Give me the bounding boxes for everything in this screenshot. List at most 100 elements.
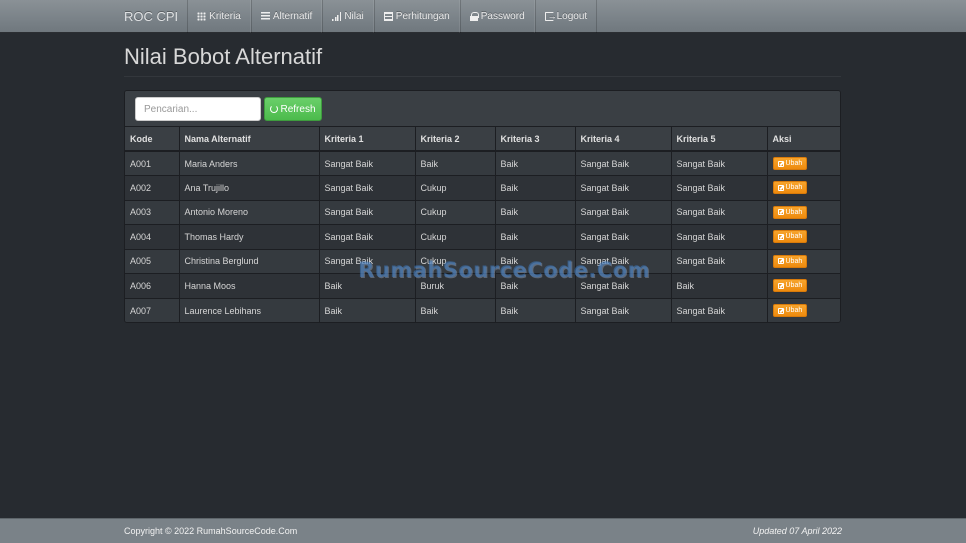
edit-button[interactable]: Ubah (772, 230, 808, 244)
table-cell: A006 (125, 273, 180, 298)
refresh-button[interactable]: Refresh (264, 97, 322, 121)
action-cell: Ubah (767, 297, 840, 322)
table-cell: Baik (495, 248, 576, 274)
table-cell: Sangat Baik (671, 224, 768, 249)
column-header: Aksi (767, 127, 840, 152)
alternatives-table: Kode Nama Alternatif Kriteria 1 Kriteria… (125, 127, 840, 322)
table-cell: A007 (125, 297, 180, 322)
action-cell: Ubah (767, 224, 840, 249)
navbar-menu: ROC CPI Kriteria Alternatif Nilai Perhit… (115, 0, 598, 33)
table-cell: Thomas Hardy (179, 224, 320, 249)
footer-copyright: Copyright © 2022 RumahSourceCode.Com (124, 526, 298, 536)
lock-icon (469, 12, 479, 21)
column-header: Kode (125, 127, 180, 152)
table-cell: Ana Trujillo (179, 175, 320, 200)
table-cell: Sangat Baik (671, 199, 768, 225)
edit-button[interactable]: Ubah (772, 181, 808, 195)
table-cell: Christina Berglund (179, 248, 320, 274)
table-body: A001 Maria Anders Sangat Baik Baik Baik Sanga… (125, 150, 840, 322)
table-cell: Sangat Baik (319, 224, 416, 249)
table-cell: Baik (415, 297, 496, 322)
table-icon (383, 12, 393, 21)
table-row: A005 Christina Berglund Sangat Baik Cukup Ba… (125, 248, 840, 274)
edit-button-label: Ubah (785, 160, 803, 167)
action-cell: Ubah (767, 175, 840, 200)
table-cell: Sangat Baik (575, 150, 672, 176)
nav-item-label: Alternatif (272, 11, 313, 22)
refresh-icon (270, 105, 279, 113)
grid-icon (197, 12, 207, 21)
nav-item-password[interactable]: Password (459, 0, 535, 33)
table-cell: Cukup (415, 199, 496, 225)
edit-button[interactable]: Ubah (772, 279, 808, 293)
table-cell: Sangat Baik (671, 175, 768, 200)
table-cell: Sangat Baik (575, 273, 672, 298)
edit-button-label: Ubah (785, 184, 803, 192)
footer: Copyright © 2022 RumahSourceCode.Com Upd… (0, 518, 966, 543)
edit-icon (777, 282, 784, 289)
action-cell: Ubah (767, 273, 840, 298)
edit-icon (777, 233, 784, 240)
edit-icon (777, 307, 784, 314)
nav-item-nilai[interactable]: Nilai (322, 0, 374, 33)
action-cell: Ubah (767, 248, 840, 274)
edit-icon (777, 209, 784, 216)
table-cell: Sangat Baik (319, 175, 416, 200)
table-cell: Baik (495, 175, 576, 200)
table-cell: Sangat Baik (319, 150, 416, 176)
table-row: A004 Thomas Hardy Sangat Baik Cukup Baik Sang… (125, 224, 840, 249)
table-row: A002 Ana Trujillo Sangat Baik Cukup Baik Sang… (125, 175, 840, 200)
nav-item-logout[interactable]: Logout (534, 0, 598, 33)
edit-button[interactable]: Ubah (772, 304, 808, 317)
top-navbar: ROC CPI Kriteria Alternatif Nilai Perhit… (0, 0, 966, 33)
action-cell: Ubah (767, 150, 840, 176)
table-cell: Sangat Baik (575, 175, 672, 200)
edit-button-label: Ubah (785, 282, 803, 290)
edit-icon (777, 160, 784, 167)
list-icon (260, 12, 270, 21)
table-cell: Sangat Baik (671, 297, 768, 322)
edit-button[interactable]: Ubah (772, 254, 808, 268)
edit-button-label: Ubah (785, 257, 803, 265)
table-row: A001 Maria Anders Sangat Baik Baik Baik Sanga… (125, 150, 840, 176)
column-header: Nama Alternatif (179, 127, 320, 152)
edit-button-label: Ubah (785, 233, 803, 241)
table-cell: A001 (125, 150, 180, 176)
table-cell: Sangat Baik (575, 224, 672, 249)
edit-button-label: Ubah (785, 307, 803, 314)
column-header: Kriteria 5 (671, 127, 768, 152)
column-header: Kriteria 4 (575, 127, 672, 152)
table-cell: Cukup (415, 175, 496, 200)
table-cell: Maria Anders (179, 150, 320, 176)
nav-item-label: Password (480, 11, 525, 22)
brand-link[interactable]: ROC CPI (115, 0, 187, 33)
table-cell: A005 (125, 248, 180, 274)
nav-item-alternatif[interactable]: Alternatif (250, 0, 323, 33)
footer-updated: Updated 07 April 2022 (752, 526, 842, 536)
table-cell: Baik (319, 273, 416, 298)
table-row: A006 Hanna Moos Baik Buruk Baik Sangat Baik Ba… (125, 273, 840, 298)
table-cell: Sangat Baik (671, 248, 768, 274)
nav-item-label: Kriteria (209, 11, 241, 22)
data-panel: Refresh Kode Nama Alternatif Kriteria 1 … (124, 90, 841, 323)
table-header-row: Kode Nama Alternatif Kriteria 1 Kriteria… (125, 127, 840, 152)
panel-toolbar: Refresh (125, 91, 840, 127)
nav-item-perhitungan[interactable]: Perhitungan (373, 0, 460, 33)
action-cell: Ubah (767, 199, 840, 225)
refresh-button-label: Refresh (280, 103, 316, 115)
nav-item-kriteria[interactable]: Kriteria (187, 0, 251, 33)
search-input[interactable] (135, 97, 261, 121)
table-cell: Cukup (415, 224, 496, 249)
column-header: Kriteria 1 (319, 127, 416, 152)
edit-button[interactable]: Ubah (772, 205, 808, 219)
table-cell: Buruk (415, 273, 496, 298)
edit-button[interactable]: Ubah (772, 157, 808, 170)
table-cell: Baik (415, 150, 496, 176)
table-cell: Sangat Baik (575, 248, 672, 274)
table-cell: Sangat Baik (319, 199, 416, 225)
table-cell: Sangat Baik (319, 248, 416, 274)
table-cell: Antonio Moreno (179, 199, 320, 225)
table-cell: A002 (125, 175, 180, 200)
column-header: Kriteria 2 (415, 127, 496, 152)
table-cell: Sangat Baik (575, 199, 672, 225)
